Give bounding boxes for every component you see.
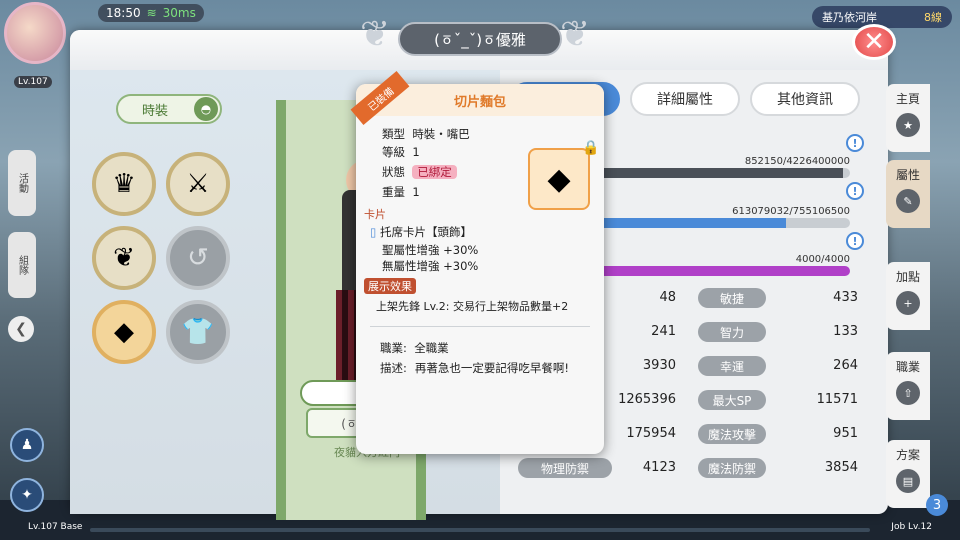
fashion-toggle-button[interactable]: 時裝 ◓ (116, 94, 222, 124)
window-title: (ㆆˇ_ˇ)ㆆ優雅 (398, 22, 562, 56)
nav-job[interactable]: 職業 ⇧ (886, 352, 930, 420)
weight-value: 1 (412, 185, 420, 199)
stat-label: 智力 (698, 322, 766, 342)
job-value: 全職業 (414, 341, 449, 355)
nav-attributes[interactable]: 屬性 ✎ (886, 160, 930, 228)
side-tab-team[interactable]: 組隊 (8, 232, 36, 298)
card-effect-1: 聖屬性增強 +30% (382, 243, 479, 257)
card-section-title: 卡片 (364, 208, 386, 221)
nav-add-points[interactable]: 加點 + (886, 262, 930, 330)
bread-icon: ◆ (114, 317, 134, 347)
tab-other[interactable]: 其他資訊 (750, 82, 860, 116)
side-tab-activity[interactable]: 活動 (8, 150, 36, 216)
base-level: Lv.107 Base (28, 522, 83, 532)
stat-value: 133 (833, 324, 858, 339)
tab-detailed[interactable]: 詳細屬性 (630, 82, 740, 116)
hat-icon: ◓ (194, 97, 218, 121)
time-text: 18:50 (106, 6, 141, 20)
nav-plans[interactable]: 方案 ▤ (886, 440, 930, 508)
divider (370, 326, 590, 327)
player-level: Lv.107 (14, 76, 52, 88)
blade-icon: ⚔ (186, 169, 210, 199)
document-icon: ▤ (896, 469, 920, 493)
slot-face[interactable]: ❦ (92, 226, 156, 290)
stat-value: 241 (651, 324, 676, 339)
tail-placeholder-icon: ↺ (187, 243, 209, 273)
slot-mouth[interactable]: ◆ (92, 300, 156, 364)
job-label: 職業: (380, 341, 407, 355)
star-icon: ★ (896, 113, 920, 137)
lock-icon: 🔒 (582, 140, 600, 156)
stat-value: 11571 (816, 392, 858, 407)
info-icon[interactable]: ! (846, 134, 864, 152)
collapse-arrow-icon[interactable]: ❮ (8, 316, 34, 342)
card-name: 托席卡片【頭飾】 (380, 225, 472, 239)
stat-label: 魔法攻擊 (698, 424, 766, 444)
stat-label: 幸運 (698, 356, 766, 376)
display-section-title: 展示效果 (364, 278, 416, 294)
nav-home[interactable]: 主頁 ★ (886, 84, 930, 152)
hp-value: 852150/4226400000 (744, 156, 850, 167)
pencil-icon: ✎ (896, 189, 920, 213)
ping-text: 30ms (162, 6, 196, 20)
display-effect: 上架先鋒 Lv.2: 交易行上架物品數量+2 (376, 300, 569, 313)
notification-badge[interactable]: 3 (926, 494, 948, 516)
type-value: 時裝・嘴巴 (412, 127, 470, 141)
card-icon: ▯ (370, 225, 377, 239)
level-value: 1 (412, 145, 420, 159)
status-badge: 已綁定 (412, 165, 457, 179)
sp-value: 4000/4000 (795, 254, 850, 265)
stat-value: 264 (833, 358, 858, 373)
desc-value: 再著急也一定要記得吃早餐啊! (414, 361, 569, 375)
stat-label: 敏捷 (698, 288, 766, 308)
bread-slice-icon: ◆ (528, 148, 590, 210)
job-level: Job Lv.12 (891, 522, 932, 532)
stat-value: 433 (833, 290, 858, 305)
stat-value: 3854 (824, 460, 858, 475)
player-avatar[interactable] (4, 2, 66, 64)
close-button[interactable]: ✕ (852, 24, 896, 60)
stat-label: 最大SP (698, 390, 766, 410)
exp-value: 613079032/755106500 (732, 206, 850, 217)
stat-value: 951 (833, 426, 858, 441)
ornament-icon: ❦ (113, 243, 135, 273)
stat-label: 魔法防禦 (698, 458, 766, 478)
stat-value: 4123 (642, 460, 676, 475)
status-label: 狀態 (382, 165, 405, 179)
map-name: 基乃依河岸 (822, 11, 877, 24)
plus-icon: + (896, 291, 920, 315)
stat-value: 175954 (626, 426, 676, 441)
card-effect-2: 無屬性增強 +30% (382, 259, 479, 273)
stat-value: 48 (659, 290, 676, 305)
status-clock: 18:50 ≋ 30ms (98, 4, 204, 22)
level-label: 等級 (382, 145, 405, 159)
info-icon[interactable]: ! (846, 182, 864, 200)
desc-label: 描述: (380, 361, 407, 375)
slot-garment[interactable]: 👕 (166, 300, 230, 364)
type-label: 類型 (382, 127, 405, 141)
wifi-icon: ≋ (146, 6, 157, 20)
stat-label: 物理防禦 (518, 458, 612, 478)
slot-tail[interactable]: ↺ (166, 226, 230, 290)
slot-back[interactable]: ⚔ (166, 152, 230, 216)
skill-icon[interactable]: ✦ (10, 478, 44, 512)
character-icon[interactable]: ♟ (10, 428, 44, 462)
weight-label: 重量 (382, 185, 405, 199)
arrow-up-icon: ⇧ (896, 381, 920, 405)
right-wing-decoration: ❦ (560, 14, 591, 55)
slot-headgear[interactable]: ♛ (92, 152, 156, 216)
stat-value: 3930 (642, 358, 676, 373)
shirt-placeholder-icon: 👕 (181, 317, 215, 347)
item-tooltip: 切片麵包 已裝備 ◆ 🔒 類型 時裝・嘴巴 等級 1 狀態 已綁定 重量 1 卡… (350, 71, 604, 454)
stat-value: 1265396 (618, 392, 676, 407)
map-line[interactable]: 8線 (924, 9, 942, 25)
crown-icon: ♛ (112, 169, 136, 199)
info-icon[interactable]: ! (846, 232, 864, 250)
